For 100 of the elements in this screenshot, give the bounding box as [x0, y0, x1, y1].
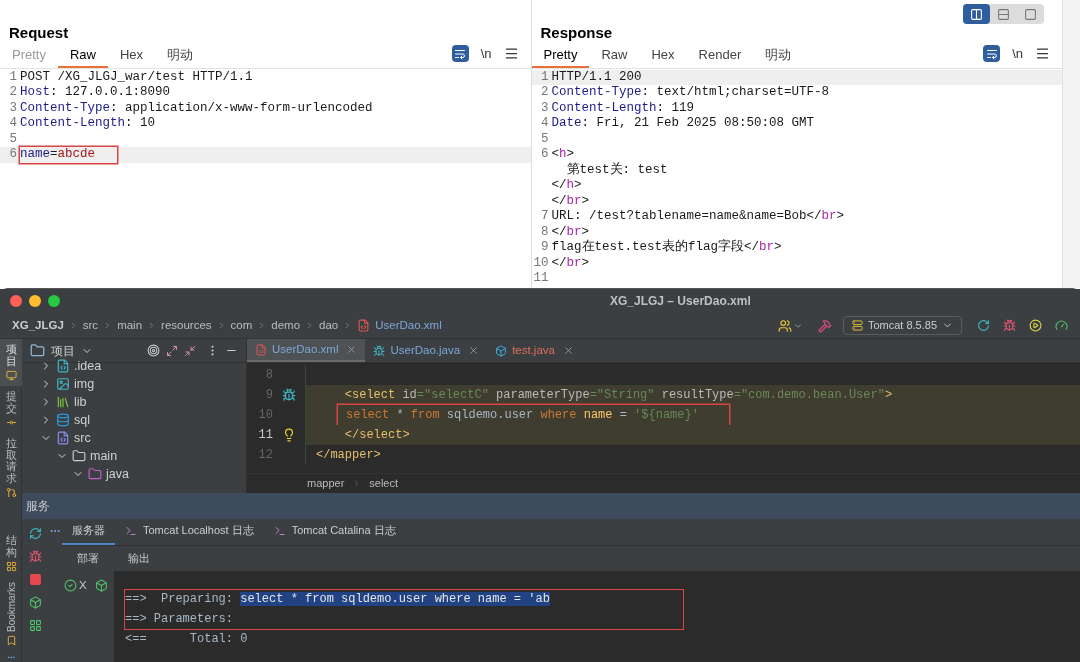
code-line: Content-Length: 119 — [551, 100, 695, 116]
tree-item[interactable]: img — [22, 375, 246, 393]
line-number: 11 — [533, 271, 549, 287]
view-tab[interactable]: Raw — [589, 43, 640, 68]
newline-toggle[interactable]: \n — [480, 44, 492, 64]
line-number: 7 — [541, 209, 549, 225]
bug-icon[interactable] — [1003, 319, 1016, 332]
panel-title[interactable]: 项目 — [51, 341, 75, 360]
code-line: <h> — [551, 147, 575, 162]
line-number: 1 — [541, 69, 549, 85]
close-icon[interactable] — [562, 345, 574, 356]
breadcrumb[interactable]: com — [230, 316, 253, 335]
line-number: 4 — [9, 116, 17, 132]
code-path-crumb[interactable]: mapper — [307, 475, 345, 492]
side-tool-tab[interactable]: 提交 — [0, 386, 22, 434]
tree-item[interactable]: src — [22, 429, 246, 447]
code-line: <select id="selectC" parameterType="String" resultType="com.demo.bean.User"> — [343, 387, 893, 404]
xml-file-icon — [357, 319, 371, 332]
view-tab[interactable]: Pretty — [531, 43, 590, 68]
class-file-icon — [495, 344, 508, 357]
breadcrumb[interactable]: resources — [161, 316, 212, 335]
tree-item[interactable]: sql — [22, 411, 246, 429]
sub-tab[interactable]: 部署 — [62, 546, 114, 571]
stop-icon[interactable] — [28, 573, 42, 586]
code-line: Content-Type: application/x-www-form-urlencoded — [20, 100, 373, 116]
view-tab[interactable]: Raw — [57, 43, 108, 68]
breadcrumb[interactable]: XG_JLGJ — [12, 316, 64, 335]
pane-title: Response — [540, 23, 614, 43]
bug-icon[interactable] — [28, 550, 42, 563]
services-tab[interactable]: Tomcat Localhost 日志 — [115, 518, 264, 545]
code-line: </br> — [551, 193, 590, 209]
layout-icon — [970, 7, 983, 21]
view-tab[interactable]: Render — [686, 43, 754, 68]
deploy-icon[interactable] — [94, 579, 108, 593]
wrap-icon[interactable] — [451, 45, 469, 63]
rerun-icon[interactable] — [977, 319, 990, 332]
tree-item[interactable]: main — [22, 447, 246, 465]
view-tab[interactable]: Hex — [108, 43, 156, 68]
refresh-icon[interactable] — [28, 527, 42, 540]
side-tool-tab[interactable]: 拉取请求 — [0, 433, 22, 504]
collapse-all-icon[interactable] — [184, 344, 196, 357]
view-tab[interactable]: Hex — [639, 43, 687, 68]
hammer-icon[interactable] — [817, 318, 832, 333]
code-line: URL: /test?tablename=name&name=Bob</br> — [551, 209, 845, 225]
breadcrumb[interactable]: demo — [271, 316, 301, 335]
code-line: flag在test.test表的flag字段</br> — [551, 240, 782, 256]
code-line: name=abcde — [20, 147, 118, 163]
code-line: </br> — [551, 255, 590, 271]
tree-item[interactable]: lib — [22, 393, 246, 411]
line-number: 8 — [541, 224, 549, 240]
pane-title: Request — [9, 23, 70, 43]
grid-icon[interactable] — [28, 619, 42, 632]
deploy-icon[interactable] — [28, 596, 42, 609]
editor-tab[interactable]: UserDao.java — [365, 339, 488, 362]
gauge-icon[interactable] — [1055, 319, 1068, 332]
deployment-item[interactable]: X — [79, 577, 87, 595]
side-tool-tab[interactable]: 项目 — [0, 339, 22, 387]
menu-icon[interactable] — [1035, 46, 1050, 62]
terminal-icon — [125, 524, 137, 537]
code-line: select * from sqldemo.user where name = '${name}' — [338, 405, 729, 425]
locate-icon[interactable] — [147, 344, 160, 357]
sub-tab[interactable]: 输出 — [114, 546, 164, 571]
layout-icon — [1024, 7, 1037, 21]
side-tool-tab[interactable]: Bookmarks — [0, 577, 22, 652]
bulb-icon[interactable] — [282, 428, 296, 442]
bookmarks-icon — [5, 635, 17, 647]
close-icon[interactable] — [346, 344, 358, 355]
menu-icon[interactable] — [503, 46, 519, 62]
breadcrumb[interactable]: main — [117, 316, 143, 335]
console-line: ==> Parameters: — [124, 609, 684, 630]
line-number: 4 — [541, 116, 549, 132]
play-icon[interactable] — [1029, 319, 1042, 332]
code-line: </h> — [551, 178, 582, 194]
close-icon[interactable] — [468, 345, 480, 356]
line-number: 1 — [9, 69, 17, 85]
run-config-dropdown[interactable]: Tomcat 8.5.85 — [842, 316, 962, 335]
code-line: </select> — [343, 427, 410, 444]
view-tab[interactable]: 明动 — [753, 43, 804, 68]
code-line: </br> — [551, 224, 590, 239]
wrap-icon[interactable] — [983, 45, 1001, 63]
layout-mode-button[interactable] — [963, 4, 990, 24]
side-tool-tab[interactable]: 结构 — [0, 530, 22, 578]
view-tab[interactable]: 明动 — [155, 43, 206, 68]
tree-item[interactable]: .idea — [22, 357, 246, 375]
services-tab[interactable]: Tomcat Catalina 日志 — [263, 518, 406, 545]
line-number: 12 — [258, 447, 273, 464]
code-path-crumb[interactable]: select — [369, 475, 399, 492]
expand-all-icon[interactable] — [166, 344, 178, 357]
code-line: Date: Fri, 21 Feb 2025 08:50:08 GMT — [551, 116, 815, 132]
code-line: Host: 127.0.0.1:8090 — [20, 85, 171, 101]
breadcrumb[interactable]: src — [82, 316, 99, 335]
tree-item[interactable]: java — [22, 465, 246, 483]
users-icon[interactable] — [777, 318, 792, 333]
line-number: 9 — [541, 240, 549, 256]
code-line: </mapper> — [316, 447, 381, 464]
line-number: 5 — [541, 131, 549, 147]
xml-file-icon — [255, 343, 267, 356]
breadcrumb[interactable]: dao — [319, 316, 339, 335]
newline-toggle[interactable]: \n — [1012, 44, 1023, 64]
breadcrumb[interactable]: UserDao.xml — [375, 316, 442, 335]
